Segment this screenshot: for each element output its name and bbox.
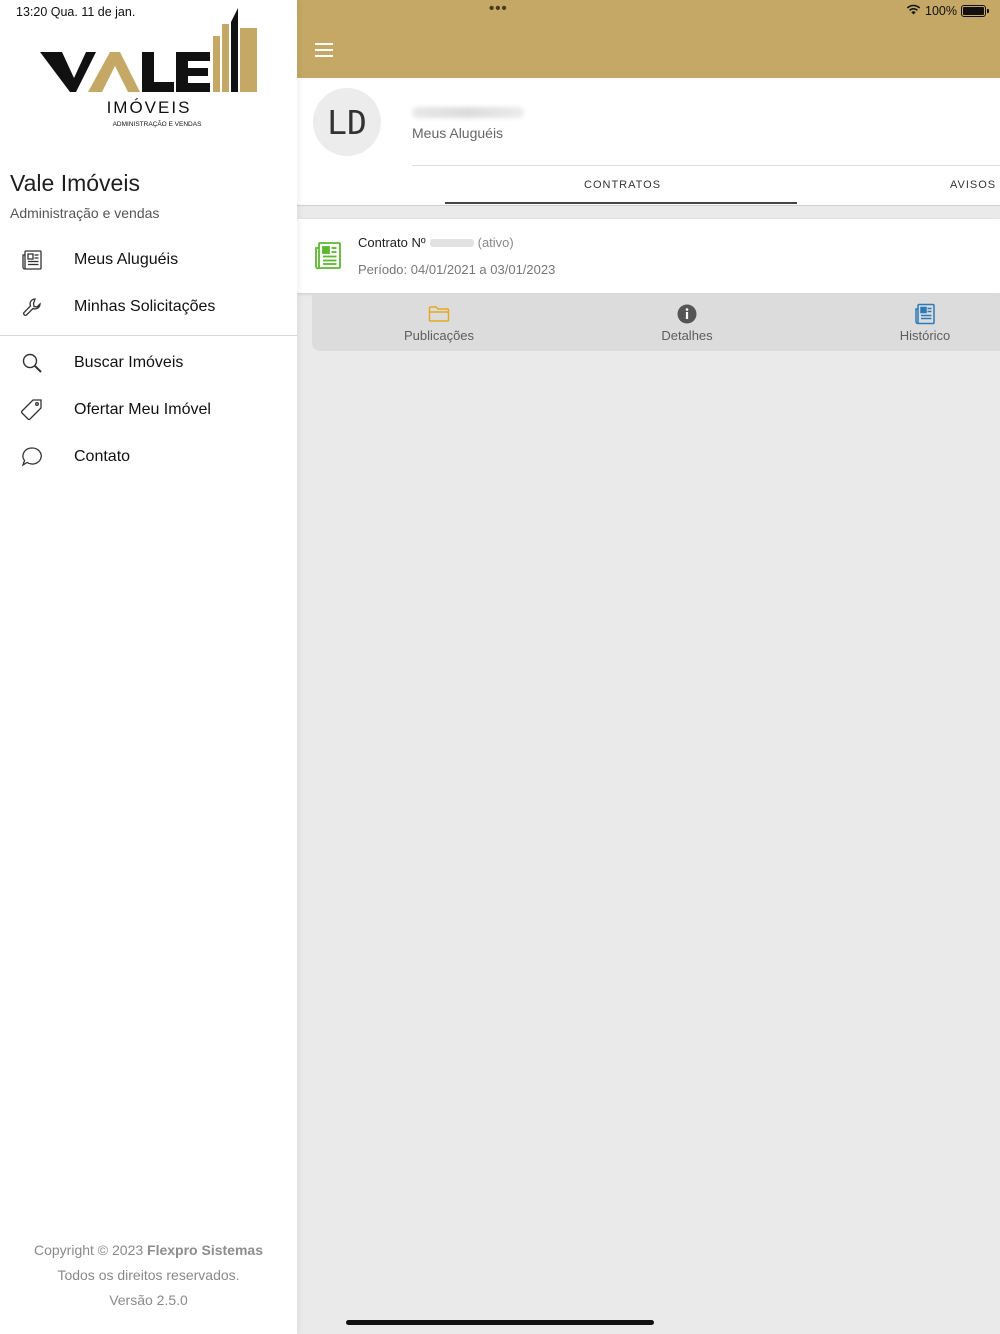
- newspaper-icon: [19, 247, 45, 273]
- svg-text:ADMINISTRAÇÃO E VENDAS: ADMINISTRAÇÃO E VENDAS: [113, 119, 203, 128]
- battery-icon: [961, 5, 989, 17]
- status-time-date: 13:20 Qua. 11 de jan.: [16, 5, 136, 19]
- contract-title: Contrato Nº (ativo): [358, 235, 514, 250]
- version-text: Versão 2.5.0: [109, 1292, 188, 1308]
- user-name-redacted: [412, 107, 524, 118]
- tag-icon: [19, 397, 45, 423]
- tab-contratos[interactable]: CONTRATOS: [584, 179, 661, 191]
- contract-status: (ativo): [477, 235, 514, 250]
- menu-label: Minhas Solicitações: [74, 298, 216, 315]
- search-icon: [19, 350, 45, 376]
- active-tab-indicator: [445, 202, 797, 204]
- contract-card[interactable]: Contrato Nº (ativo) Período: 04/01/2021 …: [297, 219, 1000, 293]
- home-indicator[interactable]: [346, 1320, 654, 1325]
- menu-item-meus-alugueis[interactable]: Meus Aluguéis: [0, 238, 297, 282]
- profile-header: LD Meus Aluguéis CONTRATOS AVISOS: [297, 78, 1000, 206]
- contract-actions: Publicações Detalhes Histórico: [312, 294, 1000, 351]
- profile-subtitle: Meus Aluguéis: [412, 125, 504, 141]
- tab-avisos[interactable]: AVISOS: [950, 179, 996, 191]
- company-link[interactable]: Flexpro Sistemas: [147, 1242, 263, 1258]
- newspaper-icon: [914, 303, 936, 325]
- svg-text:IMÓVEIS: IMÓVEIS: [107, 98, 192, 117]
- menu-item-minhas-solicitacoes[interactable]: Minhas Solicitações: [0, 285, 297, 329]
- historico-button[interactable]: Histórico: [875, 294, 975, 351]
- vale-imoveis-logo: IMÓVEIS ADMINISTRAÇÃO E VENDAS: [40, 8, 257, 128]
- folder-icon: [428, 303, 450, 325]
- brand-subtitle: Administração e vendas: [10, 205, 160, 221]
- action-label: Detalhes: [661, 328, 713, 343]
- menu-label: Meus Aluguéis: [74, 251, 179, 268]
- chat-icon: [19, 444, 45, 470]
- wifi-icon: [906, 4, 921, 18]
- copyright-text: Copyright © 2023 Flexpro Sistemas: [34, 1242, 263, 1258]
- side-menu: IMÓVEIS ADMINISTRAÇÃO E VENDAS Vale Imóv…: [0, 0, 297, 1334]
- battery-percent: 100%: [925, 4, 957, 18]
- action-label: Histórico: [899, 328, 951, 343]
- menu-item-contato[interactable]: Contato: [0, 435, 297, 479]
- screen: IMÓVEIS ADMINISTRAÇÃO E VENDAS Vale Imóv…: [0, 0, 1000, 1334]
- app-header: [297, 0, 1000, 78]
- menu-label: Buscar Imóveis: [74, 354, 184, 371]
- menu-item-buscar-imoveis[interactable]: Buscar Imóveis: [0, 341, 297, 385]
- document-icon: [315, 242, 341, 270]
- menu-item-ofertar-meu-imovel[interactable]: Ofertar Meu Imóvel: [0, 388, 297, 432]
- menu-label: Contato: [74, 448, 131, 465]
- contract-number-redacted: [429, 238, 474, 247]
- wrench-icon: [19, 294, 45, 320]
- rights-text: Todos os direitos reservados.: [57, 1267, 240, 1283]
- tabs-divider: [412, 165, 1000, 166]
- avatar: LD: [313, 88, 381, 156]
- publicacoes-button[interactable]: Publicações: [389, 294, 489, 351]
- main-content: LD Meus Aluguéis CONTRATOS AVISOS Contra…: [297, 0, 1000, 1334]
- action-label: Publicações: [403, 328, 475, 343]
- status-indicators: 100%: [906, 4, 989, 18]
- info-icon: [676, 303, 698, 325]
- menu-divider: [0, 335, 297, 336]
- brand-title: Vale Imóveis: [10, 170, 140, 196]
- detalhes-button[interactable]: Detalhes: [637, 294, 737, 351]
- contract-period: Período: 04/01/2021 a 03/01/2023: [358, 262, 556, 277]
- multitasking-dots[interactable]: •••: [489, 0, 508, 17]
- hamburger-icon[interactable]: [315, 43, 333, 57]
- menu-label: Ofertar Meu Imóvel: [74, 401, 211, 418]
